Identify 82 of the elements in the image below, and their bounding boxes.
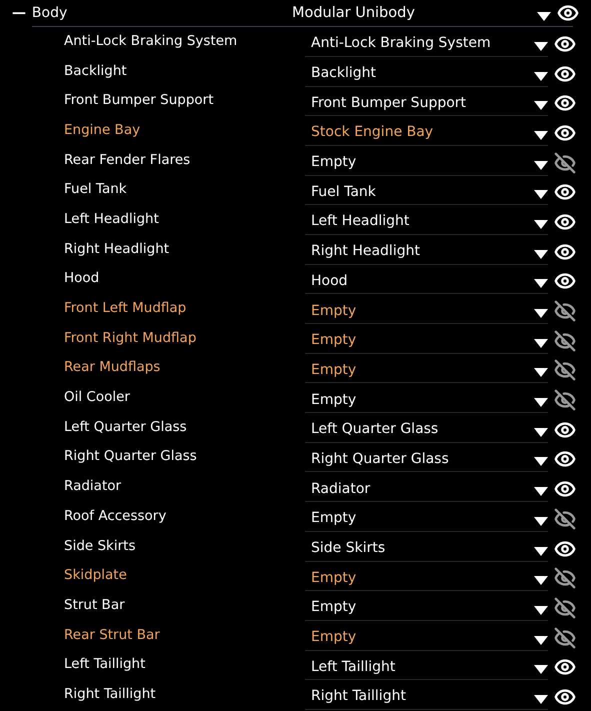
part-dropdown[interactable]: Front Bumper Support: [305, 90, 548, 116]
part-dropdown[interactable]: Empty: [305, 150, 548, 176]
caret-icon: [534, 130, 548, 140]
part-label: Right Taillight: [64, 686, 157, 702]
part-dropdown[interactable]: Left Headlight: [305, 208, 548, 235]
part-label: Rear Strut Bar: [64, 626, 161, 643]
eye-off-icon[interactable]: [554, 330, 576, 352]
part-dropdown[interactable]: Radiator: [305, 476, 548, 502]
caret-icon: [534, 546, 548, 556]
part-label: Front Left Mudflap: [64, 300, 188, 316]
part-dropdown[interactable]: Empty: [305, 387, 548, 414]
part-label: Rear Mudflaps: [64, 359, 162, 376]
part-dropdown[interactable]: Right Headlight: [305, 238, 548, 265]
part-dropdown[interactable]: Empty: [305, 594, 548, 621]
caret-icon: [534, 72, 548, 81]
collapse-toggle[interactable]: —: [12, 5, 32, 21]
caret-icon: [534, 457, 548, 466]
eye-off-icon[interactable]: [554, 389, 576, 412]
caret-icon: [534, 338, 548, 348]
eye-off-icon[interactable]: [554, 300, 576, 322]
part-dropdown[interactable]: Empty: [305, 298, 548, 324]
part-dropdown[interactable]: Backlight: [305, 60, 548, 87]
part-label: Hood: [64, 270, 100, 286]
caret-icon: [534, 220, 548, 229]
caret-icon: [534, 42, 548, 51]
caret-icon: [534, 190, 548, 200]
caret-icon: [534, 309, 548, 318]
part-label: Right Headlight: [64, 240, 170, 257]
part-dropdown[interactable]: Left Quarter Glass: [305, 416, 548, 443]
part-label: Left Headlight: [64, 210, 160, 227]
caret-icon: [534, 101, 548, 110]
part-dropdown[interactable]: Right Quarter Glass: [305, 446, 548, 472]
part-label: Front Right Mudflap: [64, 330, 198, 346]
part-dropdown[interactable]: Empty: [305, 565, 548, 592]
caret-icon: [534, 160, 548, 170]
caret-icon: [534, 606, 548, 615]
part-label: Strut Bar: [64, 596, 126, 613]
caret-icon: [534, 250, 548, 259]
part-label: Right Quarter Glass: [64, 448, 198, 464]
part-label: Rear Fender Flares: [64, 152, 192, 168]
part-label: Backlight: [64, 62, 128, 79]
part-dropdown[interactable]: Empty: [305, 328, 548, 354]
part-label: Fuel Tank: [64, 181, 128, 198]
caret-icon: [534, 576, 548, 586]
caret-icon: [534, 516, 548, 526]
part-label: Skidplate: [64, 567, 128, 584]
caret-icon: [534, 665, 548, 674]
part-dropdown[interactable]: Empty: [305, 624, 548, 651]
part-dropdown[interactable]: Left Taillight: [305, 654, 548, 680]
caret-icon: [534, 636, 548, 645]
eye-off-icon[interactable]: [554, 596, 576, 619]
part-label: Anti-Lock Braking System: [64, 32, 238, 49]
caret-icon: [534, 487, 548, 496]
part-dropdown[interactable]: Fuel Tank: [305, 179, 548, 206]
eye-off-icon[interactable]: [554, 508, 576, 530]
part-dropdown[interactable]: Side Skirts: [305, 536, 548, 562]
part-dropdown[interactable]: Hood: [305, 268, 548, 294]
group-label: Body: [32, 5, 68, 21]
caret-icon: [534, 368, 548, 378]
part-dropdown[interactable]: Empty: [305, 357, 548, 384]
caret-icon: [534, 694, 548, 704]
part-label: Engine Bay: [64, 122, 142, 138]
part-label: Left Taillight: [64, 656, 146, 672]
eye-off-icon[interactable]: [554, 152, 576, 174]
part-label: Oil Cooler: [64, 389, 131, 406]
part-dropdown[interactable]: Empty: [305, 506, 548, 532]
eye-off-icon[interactable]: [554, 626, 576, 649]
part-label: Radiator: [64, 478, 122, 494]
part-label: Front Bumper Support: [64, 92, 214, 108]
part-label: Left Quarter Glass: [64, 418, 188, 435]
part-label: Roof Accessory: [64, 508, 168, 524]
part-dropdown[interactable]: Anti-Lock Braking System: [305, 30, 548, 57]
caret-icon: [534, 398, 548, 408]
eye-off-icon[interactable]: [554, 567, 576, 590]
part-dropdown[interactable]: Stock Engine Bay: [305, 120, 548, 146]
caret-icon: [536, 12, 551, 20]
caret-icon: [534, 279, 548, 288]
caret-icon: [534, 428, 548, 437]
group-dropdown[interactable]: Modular Unibody: [292, 1, 551, 25]
part-label: Side Skirts: [64, 538, 137, 554]
eye-off-icon[interactable]: [554, 359, 576, 382]
part-dropdown[interactable]: Right Taillight: [305, 684, 548, 710]
